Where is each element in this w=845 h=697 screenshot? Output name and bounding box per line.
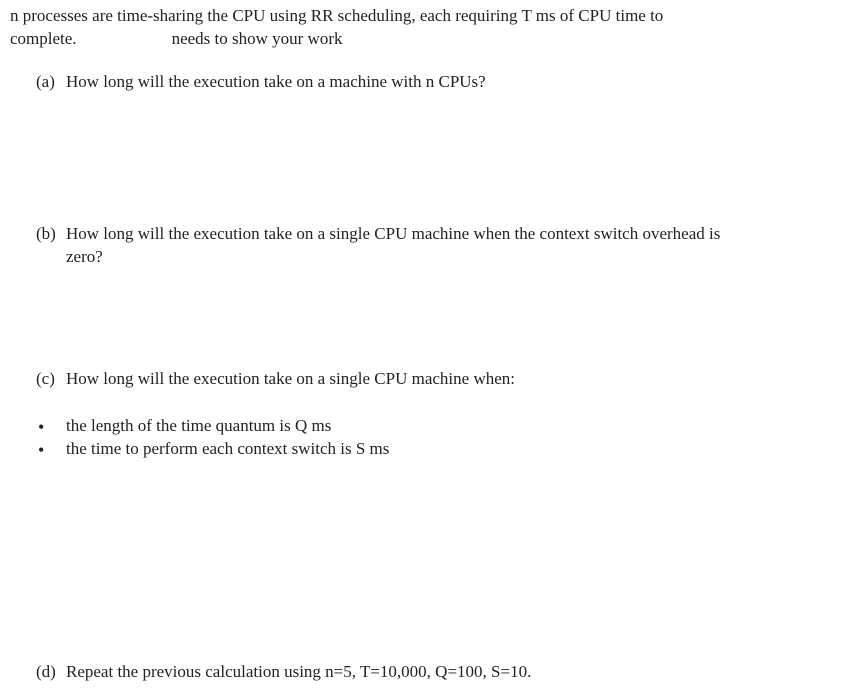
question-c-label: (c) bbox=[36, 368, 55, 391]
question-c-text: How long will the execution take on a si… bbox=[66, 369, 515, 388]
question-b-text-2: zero? bbox=[66, 246, 815, 269]
question-c: (c) How long will the execution take on … bbox=[10, 368, 815, 391]
question-b-label: (b) bbox=[36, 223, 56, 246]
question-c-bullets: the length of the time quantum is Q ms t… bbox=[10, 415, 815, 461]
document-body: n processes are time-sharing the CPU usi… bbox=[0, 0, 845, 683]
bullet-context-switch: the time to perform each context switch … bbox=[36, 438, 815, 461]
answer-space-c bbox=[10, 461, 815, 661]
question-b-text-1: How long will the execution take on a si… bbox=[66, 224, 720, 243]
intro-line-1: n processes are time-sharing the CPU usi… bbox=[10, 5, 815, 28]
intro-needs-work: needs to show your work bbox=[172, 29, 343, 48]
answer-space-a bbox=[10, 118, 815, 223]
answer-space-b bbox=[10, 293, 815, 368]
question-a: (a) How long will the execution take on … bbox=[10, 71, 815, 94]
question-d: (d) Repeat the previous calculation usin… bbox=[10, 661, 815, 684]
intro-complete: complete. bbox=[10, 29, 77, 48]
question-a-text: How long will the execution take on a ma… bbox=[66, 72, 486, 91]
question-d-label: (d) bbox=[36, 661, 56, 684]
question-a-label: (a) bbox=[36, 71, 55, 94]
intro-line-2: complete. needs to show your work bbox=[10, 28, 815, 51]
question-b: (b) How long will the execution take on … bbox=[10, 223, 815, 269]
bullet-quantum: the length of the time quantum is Q ms bbox=[36, 415, 815, 438]
question-d-text: Repeat the previous calculation using n=… bbox=[66, 662, 531, 681]
problem-intro: n processes are time-sharing the CPU usi… bbox=[10, 5, 815, 51]
